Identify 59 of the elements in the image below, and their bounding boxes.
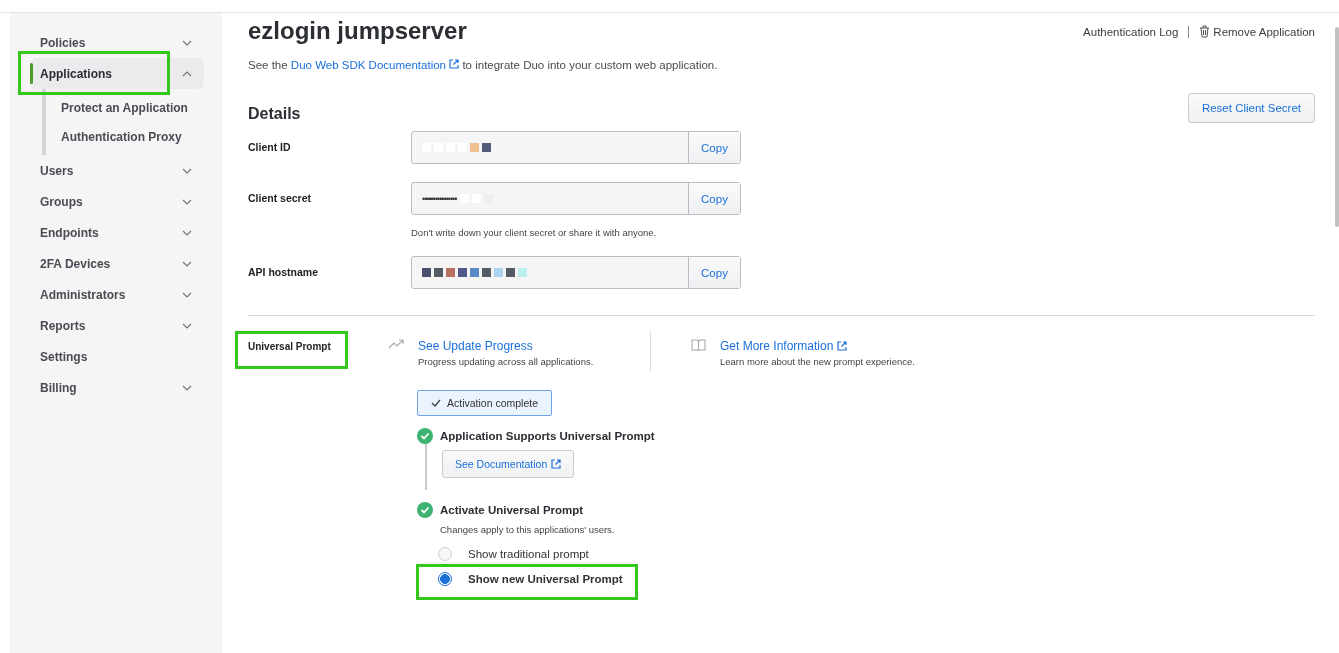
sidebar-item[interactable]: 2FA Devices (30, 248, 204, 279)
chevron-down-icon (182, 39, 192, 46)
chevron-down-icon (182, 322, 192, 329)
copy-button[interactable]: Copy (688, 183, 740, 214)
chevron-up-icon (182, 70, 192, 77)
sidebar-item[interactable]: Administrators (30, 279, 204, 310)
sidebar-subitem[interactable]: Authentication Proxy (46, 122, 222, 151)
authentication-log-link[interactable]: Authentication Log (1083, 25, 1179, 38)
field-label: API hostname (248, 265, 319, 280)
field-label: Client ID (248, 140, 292, 155)
book-icon (691, 339, 706, 351)
sidebar-item[interactable]: Endpoints (30, 217, 204, 248)
redacted-value-drawing (422, 142, 494, 153)
field-label: Client secret (248, 191, 313, 206)
sdk-docs-link[interactable]: Duo Web SDK Documentation (290, 59, 460, 71)
sidebar-item[interactable]: Billing (30, 372, 204, 403)
activation-status-badge: Activation complete (417, 390, 553, 416)
chevron-down-icon (182, 198, 192, 205)
chevron-down-icon (182, 384, 192, 391)
remove-application-link[interactable]: Remove Application (1199, 25, 1315, 38)
external-link-icon (449, 59, 460, 69)
page-title: ezlogin jumpserver (248, 17, 467, 45)
reset-secret-button[interactable]: Reset Client Secret (1187, 93, 1315, 123)
step-title: Activate Universal Prompt (440, 504, 584, 516)
section-link[interactable]: Get More Information (720, 339, 915, 353)
sidebar-item[interactable]: Applications (30, 58, 204, 89)
sidebar-item[interactable]: Groups (30, 186, 204, 217)
step-description: Changes apply to this applications' users. (440, 524, 615, 535)
intro-text: See the Duo Web SDK Documentation to integrate Duo into your custom web application. (248, 59, 719, 71)
step-title: Application Supports Universal Prompt (440, 430, 655, 442)
chevron-down-icon (182, 260, 192, 267)
trend-up-icon (388, 339, 404, 349)
check-icon (431, 399, 441, 407)
copy-button[interactable]: Copy (688, 257, 740, 288)
section-title: Details (248, 105, 301, 123)
sidebar-item[interactable]: Reports (30, 310, 204, 341)
external-link-icon (551, 459, 562, 469)
field-value: •••••••••••••••• (422, 193, 457, 204)
section-link[interactable]: See Update Progress (418, 339, 594, 353)
input-field[interactable]: •••••••••••••••• Copy (411, 182, 741, 215)
sidebar-subitem[interactable]: Protect an Application (46, 93, 222, 122)
chevron-down-icon (182, 167, 192, 174)
copy-button[interactable]: Copy (688, 132, 740, 163)
input-field[interactable]: Copy (411, 256, 741, 289)
chevron-down-icon (182, 291, 192, 298)
field-hint: Don't write down your client secret or share it with anyone. (411, 227, 658, 238)
link-description: Learn more about the new prompt experience. (720, 356, 915, 367)
sidebar-item[interactable]: Policies (30, 27, 204, 58)
radio-option[interactable]: Show new Universal Prompt (438, 569, 623, 589)
sidebar-item[interactable]: Users (30, 155, 204, 186)
external-link-icon (837, 341, 848, 351)
radio-option[interactable]: Show traditional prompt (438, 544, 589, 564)
trash-icon (1199, 25, 1211, 38)
sidebar-item[interactable]: Settings (30, 341, 204, 372)
section-label: Universal Prompt (248, 341, 331, 352)
chevron-down-icon (182, 229, 192, 236)
link-description: Progress updating across all applications. (418, 356, 594, 367)
see-documentation-button[interactable]: See Documentation (442, 450, 575, 478)
input-field[interactable]: Copy (411, 131, 741, 164)
